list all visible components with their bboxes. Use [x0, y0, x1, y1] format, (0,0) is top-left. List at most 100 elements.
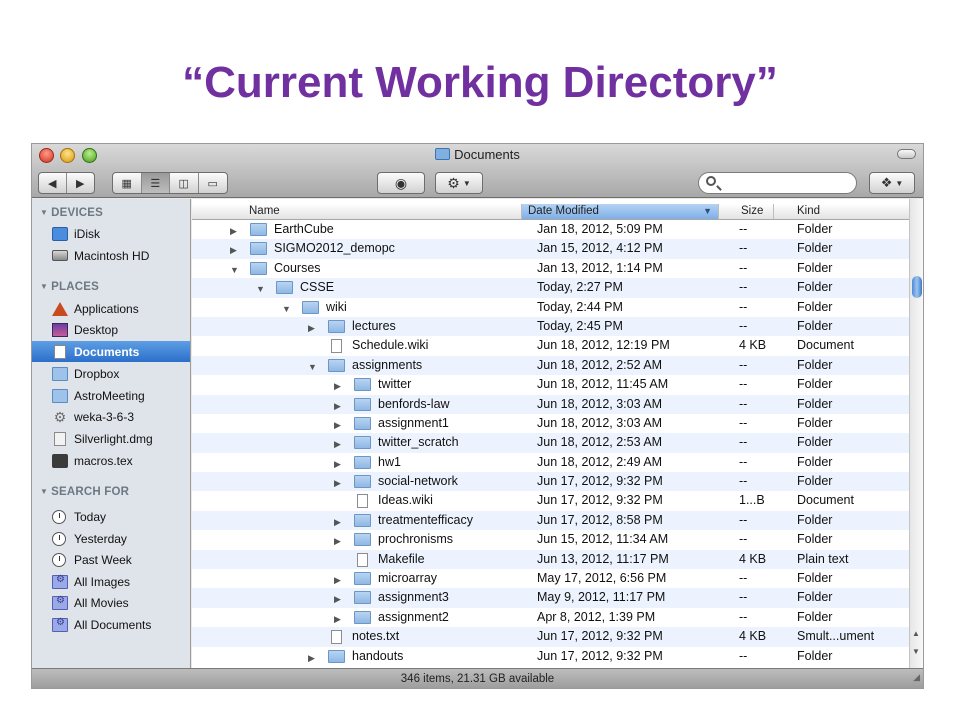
file-row[interactable]: ▶ social-network Jun 17, 2012, 9:32 PM -- Fo… — [192, 472, 911, 492]
disclosure-collapsed-icon[interactable]: ▶ — [334, 418, 341, 433]
sidebar-item-label: macros.tex — [74, 453, 133, 468]
action-menu-button[interactable]: ⚙ ▼ — [435, 172, 483, 194]
file-size: -- — [739, 435, 748, 450]
disclosure-collapsed-icon[interactable]: ▶ — [334, 515, 341, 530]
back-button[interactable]: ◀ — [39, 173, 67, 193]
disclosure-collapsed-icon[interactable]: ▶ — [334, 379, 341, 394]
sidebar-item-all-images[interactable]: All Images — [32, 571, 190, 592]
sidebar-item-desktop[interactable]: Desktop — [32, 319, 190, 340]
sidebar-item-documents[interactable]: Documents — [32, 341, 190, 362]
smart-folder-icon — [52, 617, 68, 632]
vertical-scrollbar[interactable]: ▲ ▼ — [909, 199, 923, 668]
disclosure-expanded-icon[interactable]: ▼ — [308, 360, 317, 375]
disclosure-triangle-icon: ▼ — [40, 487, 49, 496]
file-row[interactable]: Makefile Jun 13, 2012, 11:17 PM 4 KB Plain … — [192, 549, 911, 570]
scrollbar-thumb[interactable] — [912, 276, 922, 298]
disclosure-collapsed-icon[interactable]: ▶ — [334, 457, 341, 472]
finder-window: Documents ◀ ▶ ▦ ☰ ◫ ▭ ◉ ⚙ ▼ ❖ ▼ ▼ DEVICES i… — [31, 143, 924, 689]
disclosure-collapsed-icon[interactable]: ▶ — [334, 476, 341, 491]
sidebar-heading-devices[interactable]: ▼ DEVICES — [40, 207, 103, 219]
file-name: CSSE — [300, 280, 335, 295]
toolbar-toggle-button[interactable] — [897, 149, 916, 159]
coverflow-view-button[interactable]: ▭ — [199, 173, 227, 193]
file-date-modified: Jun 17, 2012, 9:32 PM — [537, 648, 663, 663]
sidebar-item-past-week[interactable]: Past Week — [32, 549, 190, 570]
icon-view-button[interactable]: ▦ — [113, 173, 142, 193]
scroll-down-arrow-icon[interactable]: ▼ — [912, 647, 920, 656]
sidebar-item-weka[interactable]: ⚙ weka-3-6-3 — [32, 406, 190, 427]
forward-button[interactable]: ▶ — [67, 173, 94, 193]
file-kind: Folder — [797, 396, 833, 411]
file-row[interactable]: ▶ SIGMO2012_demopc Jan 15, 2012, 4:12 PM --… — [192, 239, 911, 259]
sidebar-item-today[interactable]: Today — [32, 506, 190, 527]
disclosure-collapsed-icon[interactable]: ▶ — [230, 224, 237, 239]
file-row[interactable]: ▶ assignment3 May 9, 2012, 11:17 PM -- Folde… — [192, 588, 911, 608]
sidebar-item-all-documents[interactable]: All Documents — [32, 614, 190, 635]
quick-look-button[interactable]: ◉ — [377, 172, 425, 194]
column-header-kind[interactable]: Kind — [774, 204, 911, 219]
disclosure-collapsed-icon[interactable]: ▶ — [334, 592, 341, 607]
file-row[interactable]: ▶ twitter_scratch Jun 18, 2012, 2:53 AM -- F… — [192, 433, 911, 453]
column-header-name[interactable]: Name — [192, 204, 522, 219]
file-row[interactable]: Schedule.wiki Jun 18, 2012, 12:19 PM 4 KB D… — [192, 336, 911, 355]
disclosure-expanded-icon[interactable]: ▼ — [282, 302, 291, 317]
file-row[interactable]: ▶ assignment2 Apr 8, 2012, 1:39 PM -- Folder — [192, 608, 911, 627]
disclosure-collapsed-icon[interactable]: ▶ — [230, 243, 237, 258]
sidebar-item-label: All Documents — [74, 617, 152, 632]
folder-icon — [354, 416, 371, 430]
disclosure-collapsed-icon[interactable]: ▶ — [334, 437, 341, 452]
sidebar-item-macros-tex[interactable]: macros.tex — [32, 450, 190, 471]
sidebar-item-applications[interactable]: Applications — [32, 298, 190, 319]
sidebar-item-label: Desktop — [74, 322, 119, 337]
file-row[interactable]: ▶ microarray May 17, 2012, 6:56 PM -- Folder — [192, 569, 911, 588]
disclosure-collapsed-icon[interactable]: ▶ — [308, 321, 315, 336]
disclosure-collapsed-icon[interactable]: ▶ — [334, 399, 341, 414]
sidebar-item-yesterday[interactable]: Yesterday — [32, 528, 190, 549]
sidebar-item-astromeeting[interactable]: AstroMeeting — [32, 385, 190, 406]
sidebar-heading-search-for[interactable]: ▼ SEARCH FOR — [40, 486, 129, 498]
column-view-button[interactable]: ◫ — [170, 173, 199, 193]
file-date-modified: Today, 2:27 PM — [537, 280, 623, 295]
disclosure-collapsed-icon[interactable]: ▶ — [334, 573, 341, 588]
file-kind: Document — [797, 338, 854, 353]
file-row[interactable]: notes.txt Jun 17, 2012, 9:32 PM 4 KB Smult.… — [192, 627, 911, 647]
file-row[interactable]: ▶ benfords-law Jun 18, 2012, 3:03 AM -- Fold… — [192, 394, 911, 414]
disclosure-collapsed-icon[interactable]: ▶ — [334, 534, 341, 549]
list-view-button[interactable]: ☰ — [141, 173, 170, 193]
file-kind: Folder — [797, 571, 833, 586]
sidebar-item-macintosh-hd[interactable]: Macintosh HD — [32, 245, 190, 266]
file-row[interactable]: ▶ treatmentefficacy Jun 17, 2012, 8:58 PM -… — [192, 510, 911, 531]
file-row[interactable]: Ideas.wiki Jun 17, 2012, 9:32 PM 1...B Docu… — [192, 491, 911, 510]
sidebar-item-dropbox[interactable]: Dropbox — [32, 363, 190, 384]
file-row[interactable]: ▶ lectures Today, 2:45 PM -- Folder — [192, 316, 911, 337]
disclosure-expanded-icon[interactable]: ▼ — [256, 282, 265, 297]
disclosure-collapsed-icon[interactable]: ▶ — [334, 612, 341, 627]
file-row[interactable]: ▼ CSSE Today, 2:27 PM -- Folder — [192, 278, 911, 298]
sidebar-heading-places[interactable]: ▼ PLACES — [40, 281, 99, 293]
file-row[interactable]: ▶ EarthCube Jan 18, 2012, 5:09 PM -- Folder — [192, 220, 911, 239]
file-row[interactable]: ▼ Courses Jan 13, 2012, 1:14 PM -- Folder — [192, 259, 911, 278]
file-row[interactable]: ▶ hw1 Jun 18, 2012, 2:49 AM -- Folder — [192, 453, 911, 472]
disclosure-collapsed-icon[interactable]: ▶ — [308, 651, 315, 666]
documents-icon — [54, 344, 66, 359]
column-header-date-modified[interactable]: Date Modified ▼ — [522, 204, 719, 219]
scroll-up-arrow-icon[interactable]: ▲ — [912, 629, 920, 638]
file-date-modified: Jun 18, 2012, 11:45 AM — [537, 377, 669, 392]
folder-icon — [250, 261, 267, 275]
dropbox-menu-button[interactable]: ❖ ▼ — [869, 172, 915, 194]
resize-grip-icon[interactable]: ◢ — [913, 667, 920, 688]
file-size: -- — [739, 532, 748, 547]
file-row[interactable]: ▶ prochronisms Jun 15, 2012, 11:34 AM -- Fol… — [192, 530, 911, 549]
sidebar-item-all-movies[interactable]: All Movies — [32, 592, 190, 613]
disclosure-expanded-icon[interactable]: ▼ — [230, 263, 239, 278]
file-row[interactable]: ▼ wiki Today, 2:44 PM -- Folder — [192, 298, 911, 317]
sidebar-item-silverlight[interactable]: Silverlight.dmg — [32, 428, 190, 449]
file-name: assignment2 — [378, 609, 449, 624]
file-row[interactable]: ▶ assignment1 Jun 18, 2012, 3:03 AM -- Folde… — [192, 414, 911, 433]
file-row[interactable]: ▶ handouts Jun 17, 2012, 9:32 PM -- Folder — [192, 647, 911, 666]
sidebar-item-idisk[interactable]: iDisk — [32, 223, 190, 244]
search-input[interactable] — [698, 172, 857, 194]
column-header-size[interactable]: Size — [719, 204, 774, 219]
file-row[interactable]: ▶ twitter Jun 18, 2012, 11:45 AM -- Folder — [192, 375, 911, 394]
file-row[interactable]: ▼ assignments Jun 18, 2012, 2:52 AM -- Folde… — [192, 355, 911, 376]
